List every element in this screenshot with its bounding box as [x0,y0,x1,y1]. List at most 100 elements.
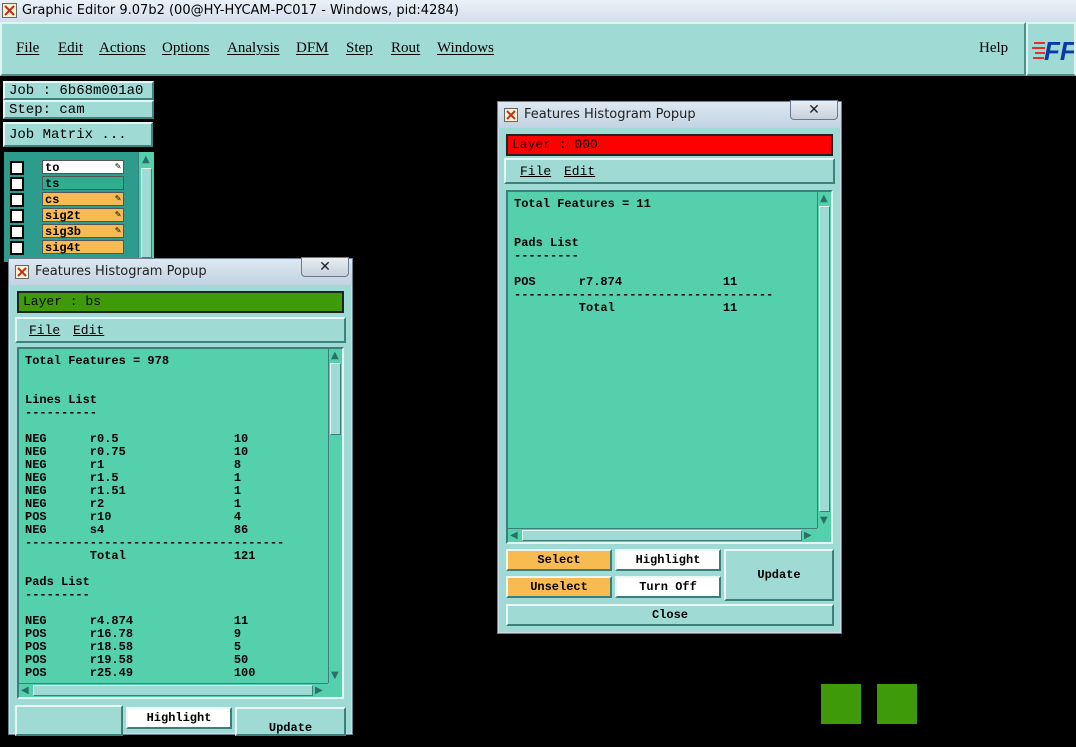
step-field: Step: cam [3,100,154,119]
menu-dfm[interactable]: DFM [296,40,329,57]
popup-title: Features Histogram Popup [524,107,696,122]
scroll-thumb[interactable] [330,363,341,435]
scroll-up-arrow-icon[interactable]: ▲ [331,351,339,361]
layer-row[interactable]: to ✎ [8,160,128,175]
menu-rout[interactable]: Rout [391,40,420,57]
popup-menubar: File Edit [504,158,835,184]
features-list-vscroll[interactable]: ▲ ▼ [817,192,831,528]
layer-name: sig4t [45,241,82,255]
canvas-feature-square [821,684,861,724]
popup-menu-edit[interactable]: Edit [564,164,595,179]
turn-off-button[interactable]: Turn Off [615,576,721,598]
popup-close-button[interactable]: ✕ [790,100,838,120]
layer-checkbox[interactable] [10,177,24,191]
layer-row[interactable]: sig2t ✎ [8,208,128,223]
layer-row[interactable]: ts [8,176,128,191]
scroll-thumb[interactable] [819,206,830,512]
menu-windows[interactable]: Windows [437,40,494,57]
highlight-button[interactable]: Highlight [126,707,232,729]
features-list-hscroll[interactable]: ◀ ▶ [508,528,817,542]
layer-name: cs [45,193,60,207]
layer-name-box[interactable]: sig4t [42,240,124,255]
window-title-bar: Graphic Editor 9.07b2 (00@HY-HYCAM-PC017… [0,0,1076,23]
layer-name-box[interactable]: cs ✎ [42,192,124,207]
scroll-left-arrow-icon[interactable]: ◀ [510,531,518,541]
select-button[interactable] [15,705,123,736]
edit-mark-icon: ✎ [114,194,121,205]
popup-app-icon [504,108,518,122]
layer-name-box[interactable]: sig3b ✎ [42,224,124,239]
menu-analysis[interactable]: Analysis [227,40,280,57]
menu-step[interactable]: Step [346,40,373,57]
layer-checkbox[interactable] [10,225,24,239]
layer-name-box[interactable]: ts [42,176,124,191]
layer-checkbox[interactable] [10,193,24,207]
layer-list-scrollbar[interactable]: ▲ [138,152,154,262]
layer-checkbox[interactable] [10,241,24,255]
features-list-hscroll[interactable]: ◀ ▶ [19,683,328,697]
features-list: Total Features = 978 Lines List --------… [17,347,344,699]
scroll-thumb[interactable] [522,530,802,541]
scroll-up-arrow-icon[interactable]: ▲ [820,194,828,204]
layer-name-box[interactable]: to ✎ [42,160,124,175]
histogram-popup-000: Features Histogram Popup ✕ Layer : 000 F… [497,100,842,634]
scroll-down-arrow-icon[interactable]: ▼ [820,516,828,526]
features-list: Total Features = 11 Pads List --------- … [506,190,833,544]
menu-file[interactable]: File [16,40,39,57]
select-button[interactable]: Select [506,549,612,571]
popup-menu-file[interactable]: File [520,164,551,179]
scroll-right-arrow-icon[interactable]: ▶ [804,531,812,541]
highlight-button[interactable]: Highlight [615,549,721,571]
window-title: Graphic Editor 9.07b2 (00@HY-HYCAM-PC017… [22,3,459,18]
menu-options[interactable]: Options [162,40,210,57]
menu-actions[interactable]: Actions [99,40,146,57]
layer-row[interactable]: sig4t [8,240,128,255]
job-matrix-button[interactable]: Job Matrix ... [3,122,153,147]
scroll-right-arrow-icon[interactable]: ▶ [315,686,323,696]
histogram-popup-bs: Features Histogram Popup ✕ Layer : bs Fi… [8,257,353,736]
app-icon [2,3,17,18]
features-list-text: Total Features = 11 Pads List --------- … [514,197,774,315]
scroll-down-arrow-icon[interactable]: ▼ [331,671,339,681]
popup-title-bar: Features Histogram Popup ✕ [9,257,352,285]
brand-logo-area: FF [1026,22,1076,76]
popup-title: Features Histogram Popup [35,264,207,279]
layer-name: sig2t [45,209,82,223]
popup-menu-edit[interactable]: Edit [73,323,104,338]
edit-mark-icon: ✎ [114,226,121,237]
features-list-vscroll[interactable]: ▲ ▼ [328,349,342,683]
scroll-thumb[interactable] [33,685,313,696]
layer-indicator: Layer : 000 [506,134,833,156]
menu-edit[interactable]: Edit [58,40,83,57]
layer-row[interactable]: sig3b ✎ [8,224,128,239]
layer-list: to ✎ ts cs ✎ sig2t ✎ sig3b ✎ sig4t ▲ [4,152,154,262]
layer-name: to [45,161,60,175]
canvas-feature-square [877,684,917,724]
layer-row[interactable]: cs ✎ [8,192,128,207]
popup-app-icon [15,265,29,279]
edit-mark-icon: ✎ [114,210,121,221]
scroll-thumb[interactable] [141,168,152,258]
layer-name-box[interactable]: sig2t ✎ [42,208,124,223]
brand-logo: FF [1044,36,1076,66]
update-button[interactable]: Update [235,707,346,736]
scroll-up-arrow-icon[interactable]: ▲ [142,155,150,165]
popup-menubar: File Edit [15,317,346,343]
layer-name: ts [45,177,60,191]
popup-close-button[interactable]: ✕ [301,257,349,277]
main-menubar: File Edit Actions Options Analysis DFM S… [0,22,1026,76]
popup-title-bar: Features Histogram Popup ✕ [498,100,841,128]
edit-mark-icon: ✎ [114,162,121,173]
layer-name: sig3b [45,225,82,239]
features-list-text: Total Features = 978 Lines List --------… [25,354,285,680]
unselect-button[interactable]: Unselect [506,576,612,598]
close-button[interactable]: Close [506,604,834,626]
layer-checkbox[interactable] [10,161,24,175]
layer-checkbox[interactable] [10,209,24,223]
job-field: Job : 6b68m001a0 [3,81,154,100]
update-button[interactable]: Update [724,549,834,601]
menu-help[interactable]: Help [979,40,1008,57]
layer-indicator: Layer : bs [17,291,344,313]
scroll-left-arrow-icon[interactable]: ◀ [21,686,29,696]
popup-menu-file[interactable]: File [29,323,60,338]
